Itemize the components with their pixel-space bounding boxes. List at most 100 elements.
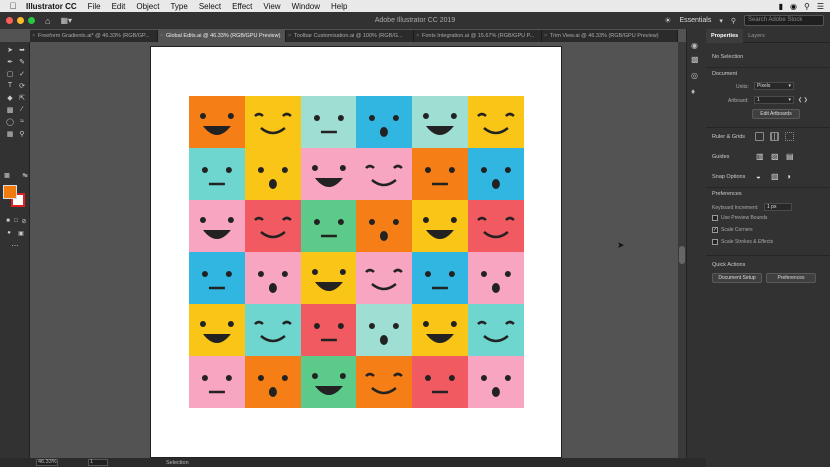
tab-toolbar-customisation[interactable]: × Toolbar Customisation.ai @ 100% (RGB/G.… bbox=[286, 30, 414, 42]
emoji-tile[interactable] bbox=[244, 96, 301, 148]
emoji-tile[interactable] bbox=[300, 148, 357, 200]
emoji-tile[interactable] bbox=[300, 304, 357, 356]
scale-tool-icon[interactable]: ⇱ bbox=[17, 94, 27, 102]
emoji-tile[interactable] bbox=[412, 304, 469, 356]
paintbrush-tool-icon[interactable]: ✓ bbox=[17, 70, 27, 78]
emoji-tile[interactable] bbox=[468, 356, 524, 408]
artboard-nav-icons[interactable]: ❮ ❯ bbox=[798, 97, 808, 103]
edit-artboards-button[interactable]: Edit Artboards bbox=[752, 109, 800, 119]
close-tab-icon[interactable]: × bbox=[288, 30, 291, 42]
scale-strokes-checkbox[interactable] bbox=[712, 239, 718, 245]
rectangle-tool-icon[interactable]: ▢ bbox=[5, 70, 15, 78]
document-setup-button[interactable]: Document Setup bbox=[712, 273, 762, 283]
gradient-tool-icon[interactable]: ▩ bbox=[5, 106, 15, 114]
menu-help[interactable]: Help bbox=[331, 2, 347, 11]
emoji-tile[interactable] bbox=[412, 356, 469, 408]
close-tab-icon[interactable]: × bbox=[160, 30, 163, 42]
pixel-grid-toggle-icon[interactable] bbox=[785, 132, 794, 141]
scale-corners-checkbox[interactable]: ✓ bbox=[712, 227, 718, 233]
spotlight-icon[interactable]: ⚲ bbox=[804, 2, 810, 11]
close-tab-icon[interactable]: × bbox=[416, 30, 419, 42]
emoji-tile[interactable] bbox=[468, 252, 524, 304]
emoji-artwork-grid[interactable] bbox=[189, 96, 524, 408]
close-tab-icon[interactable]: × bbox=[32, 30, 35, 42]
tab-fonts-integration[interactable]: × Fonts Integration.ai @ 15.67% (RGB/GPU … bbox=[414, 30, 542, 42]
snap-to-point-icon[interactable]: ◒ bbox=[756, 172, 761, 181]
chevron-down-icon[interactable]: ▾ bbox=[719, 17, 723, 25]
emoji-tile[interactable] bbox=[189, 148, 245, 200]
smart-guides-icon[interactable]: ▤ bbox=[786, 152, 794, 161]
tab-global-edits[interactable]: × Global Edits.ai @ 46.33% (RGB/GPU Previ… bbox=[158, 30, 286, 42]
artboard-number-field[interactable]: 1 bbox=[88, 459, 108, 466]
emoji-tile[interactable] bbox=[356, 356, 413, 408]
lock-guides-icon[interactable]: ▨ bbox=[771, 152, 779, 161]
home-icon[interactable]: ⌂ bbox=[45, 16, 50, 26]
emoji-tile[interactable] bbox=[356, 252, 413, 304]
rotate-tool-icon[interactable]: ⟳ bbox=[17, 82, 27, 90]
battery-icon[interactable]: ▮ bbox=[779, 2, 783, 11]
units-dropdown[interactable]: Pixels ▾ bbox=[754, 82, 794, 90]
artboard-dropdown[interactable]: 1 ▾ bbox=[754, 96, 794, 104]
emoji-tile[interactable] bbox=[244, 356, 301, 408]
scrollbar-thumb[interactable] bbox=[679, 246, 685, 264]
emoji-tile[interactable] bbox=[244, 252, 301, 304]
emoji-tile[interactable] bbox=[356, 148, 413, 200]
menu-file[interactable]: File bbox=[88, 2, 101, 11]
workspace-switcher[interactable]: Essentials bbox=[679, 17, 711, 24]
lightbulb-icon[interactable]: ☀ bbox=[664, 16, 671, 25]
close-window-button[interactable] bbox=[6, 17, 13, 24]
pen-tool-icon[interactable]: ✒ bbox=[5, 58, 15, 66]
libraries-panel-icon[interactable]: ▩ bbox=[691, 55, 699, 64]
tab-freeform-gradients[interactable]: × Freeform Gradients.ai* @ 46.33% (RGB/GP… bbox=[30, 30, 158, 42]
selection-tool-icon[interactable]: ➤ bbox=[5, 46, 15, 54]
draw-mode-icon[interactable]: ● bbox=[4, 230, 14, 236]
direct-selection-tool-icon[interactable]: ➥ bbox=[17, 46, 27, 54]
tab-layers[interactable]: Layers bbox=[743, 29, 770, 43]
search-icon[interactable]: ⚲ bbox=[731, 17, 736, 25]
emoji-tile[interactable] bbox=[300, 200, 357, 252]
emoji-tile[interactable] bbox=[300, 96, 357, 148]
eyedropper-tool-icon[interactable]: ⁄ bbox=[17, 106, 27, 113]
adobe-stock-search-input[interactable]: Search Adobe Stock bbox=[744, 15, 824, 26]
pencil-tool-icon[interactable]: ✎ bbox=[17, 58, 27, 66]
emoji-tile[interactable] bbox=[356, 96, 413, 148]
emoji-tile[interactable] bbox=[468, 304, 524, 356]
emoji-tile[interactable] bbox=[468, 200, 524, 252]
menu-app[interactable]: Illustrator CC bbox=[26, 2, 77, 11]
show-guides-icon[interactable]: ▥ bbox=[756, 152, 764, 161]
zoom-window-button[interactable] bbox=[28, 17, 35, 24]
rulers-toggle-icon[interactable] bbox=[755, 132, 764, 141]
emoji-tile[interactable] bbox=[468, 96, 524, 148]
emoji-tile[interactable] bbox=[189, 252, 245, 304]
menu-list-icon[interactable]: ☰ bbox=[817, 2, 824, 11]
apple-icon[interactable]:  bbox=[0, 1, 26, 11]
snap-to-grid-icon[interactable]: ▧ bbox=[771, 172, 779, 181]
default-colors-icon[interactable]: ▩ bbox=[2, 172, 12, 179]
menu-select[interactable]: Select bbox=[199, 2, 221, 11]
current-tool-status[interactable]: Selection bbox=[166, 460, 189, 466]
emoji-tile[interactable] bbox=[356, 200, 413, 252]
menu-window[interactable]: Window bbox=[292, 2, 320, 11]
grid-toggle-icon[interactable] bbox=[770, 132, 779, 141]
width-tool-icon[interactable]: ≈ bbox=[17, 118, 27, 125]
tab-properties[interactable]: Properties bbox=[706, 28, 744, 43]
swap-colors-icon[interactable]: ↹ bbox=[20, 172, 30, 179]
emoji-tile[interactable] bbox=[356, 304, 413, 356]
emoji-tile[interactable] bbox=[412, 200, 469, 252]
snap-to-pixel-icon[interactable]: ◑ bbox=[786, 172, 791, 181]
zoom-level-field[interactable]: 46.33% bbox=[36, 459, 58, 466]
more-tools-icon[interactable]: ⋯ bbox=[10, 242, 20, 250]
fill-color-swatch[interactable] bbox=[3, 185, 17, 199]
shape-builder-tool-icon[interactable]: ◯ bbox=[5, 118, 15, 126]
emoji-tile[interactable] bbox=[412, 148, 469, 200]
tab-trim-view[interactable]: × Trim View.ai @ 46.33% (RGB/GPU Preview) bbox=[542, 30, 678, 42]
menu-object[interactable]: Object bbox=[136, 2, 159, 11]
wifi-icon[interactable]: ◉ bbox=[790, 2, 797, 11]
arrange-documents-icon[interactable]: ▦▾ bbox=[60, 16, 72, 25]
emoji-tile[interactable] bbox=[189, 96, 245, 148]
emoji-tile[interactable] bbox=[244, 304, 301, 356]
emoji-tile[interactable] bbox=[189, 356, 245, 408]
close-tab-icon[interactable]: × bbox=[544, 30, 547, 42]
emoji-tile[interactable] bbox=[412, 96, 469, 148]
menu-edit[interactable]: Edit bbox=[112, 2, 126, 11]
